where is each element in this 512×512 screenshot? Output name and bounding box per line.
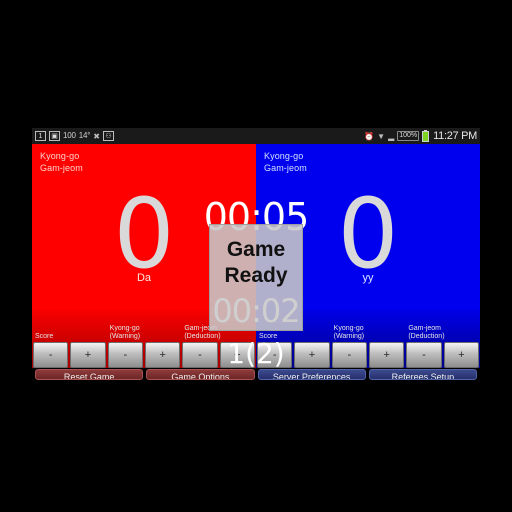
bottom-button-bar: Reset Game Game Options Server Preferenc… — [32, 368, 480, 384]
red-gamjeom-control-label-line2: (Deduction) — [184, 333, 221, 340]
red-score-control-label: Score — [33, 333, 106, 342]
blue-score-buttons: - + — [257, 342, 330, 368]
blue-kyonggo-label: Kyong-go — [264, 151, 304, 161]
screenshot-root: 1 ▣ 100 14° ✖ ⚇ ⏰ ▼ ▂ 100% 11:27 PM Kyon — [0, 0, 512, 512]
red-score-plus-button[interactable]: + — [70, 342, 106, 368]
status-bar-left-icons: 1 ▣ 100 14° ✖ ⚇ — [35, 131, 114, 141]
blue-kyonggo-control-label-line1: Kyong-go — [333, 325, 364, 332]
app-notification-icon: ⚇ — [102, 131, 114, 141]
gallery-image-icon: ▣ — [49, 131, 60, 141]
red-gamjeom-minus-button[interactable]: - — [182, 342, 218, 368]
blue-kyonggo-control-label: Kyong-go (Warning) — [332, 325, 405, 342]
blue-gamjeom-control-label-line1: Gam-jeom — [408, 325, 442, 332]
blue-gamjeom-control-label-line2: (Deduction) — [408, 333, 445, 340]
blue-gamjeom-label: Gam-jeom — [264, 163, 307, 173]
blue-gamjeom-control-label: Gam-jeom (Deduction) — [406, 325, 479, 342]
blue-gamjeom-control: Gam-jeom (Deduction) - + — [405, 325, 480, 368]
game-state-text: Game Ready — [224, 238, 288, 287]
scoreboard: Kyong-go Gam-jeom 0 Da Score - + Kyong-g… — [32, 144, 480, 368]
blue-gamjeom-buttons: - + — [406, 342, 480, 368]
red-penalty-labels: Kyong-go Gam-jeom — [40, 150, 83, 174]
blue-score-control: Score - + — [256, 333, 331, 368]
blue-kyonggo-control-label-line2: (Warning) — [333, 333, 365, 340]
blue-penalty-labels: Kyong-go Gam-jeom — [264, 150, 307, 174]
referees-setup-button[interactable]: Referees Setup — [368, 369, 477, 380]
red-kyonggo-control-label-line1: Kyong-go — [109, 325, 140, 332]
status-bar-clock: 11:27 PM — [433, 130, 477, 142]
red-gamjeom-plus-button[interactable]: + — [219, 342, 256, 368]
temperature-text: 14° — [78, 131, 91, 140]
red-score-buttons: - + — [33, 342, 106, 368]
red-kyonggo-minus-button[interactable]: - — [107, 342, 144, 368]
red-score-minus-button[interactable]: - — [33, 342, 69, 368]
blue-score-plus-button[interactable]: + — [294, 342, 330, 368]
notification-count-badge: 1 — [35, 131, 46, 141]
red-kyonggo-control: Kyong-go (Warning) - + — [107, 325, 182, 368]
game-options-button[interactable]: Game Options — [146, 369, 255, 380]
blue-kyonggo-plus-button[interactable]: + — [369, 342, 405, 368]
red-score-control-label-line1: Score — [35, 333, 54, 340]
android-status-bar: 1 ▣ 100 14° ✖ ⚇ ⏰ ▼ ▂ 100% 11:27 PM — [32, 128, 480, 144]
bottom-button-bar-wrapper: Reset Game Game Options Server Preferenc… — [32, 368, 480, 384]
wifi-icon: ▼ — [377, 131, 386, 141]
red-score-control: Score - + — [32, 333, 107, 368]
red-kyonggo-label: Kyong-go — [40, 151, 80, 161]
server-preferences-button[interactable]: Server Preferences — [257, 369, 366, 380]
blue-kyonggo-minus-button[interactable]: - — [331, 342, 368, 368]
red-kyonggo-plus-button[interactable]: + — [145, 342, 181, 368]
step-count-text: 100 — [63, 131, 76, 140]
blue-kyonggo-control: Kyong-go (Warning) - + — [331, 325, 406, 368]
reset-game-button[interactable]: Reset Game — [35, 369, 144, 380]
blue-score-minus-button[interactable]: - — [257, 342, 293, 368]
signal-bars-icon: ▂ — [388, 131, 395, 141]
blue-score-control-label-line1: Score — [259, 333, 278, 340]
status-bar-right-icons: ⏰ ▼ ▂ 100% 11:27 PM — [364, 129, 477, 142]
red-gamjeom-label: Gam-jeom — [40, 163, 83, 173]
alarm-clock-icon: ⏰ — [364, 131, 375, 141]
red-kyonggo-control-label-line2: (Warning) — [109, 333, 141, 340]
sync-disabled-icon: ✖ — [93, 131, 100, 141]
blue-gamjeom-plus-button[interactable]: + — [443, 342, 480, 368]
android-device-viewport: 1 ▣ 100 14° ✖ ⚇ ⏰ ▼ ▂ 100% 11:27 PM Kyon — [32, 128, 480, 384]
blue-gamjeom-minus-button[interactable]: - — [406, 342, 442, 368]
red-gamjeom-buttons: - + — [182, 342, 256, 368]
red-kyonggo-control-label: Kyong-go (Warning) — [108, 325, 181, 342]
battery-icon — [422, 129, 430, 142]
blue-score-control-label: Score — [257, 333, 330, 342]
red-gamjeom-control: Gam-jeom (Deduction) - + — [181, 325, 256, 368]
game-state-dialog[interactable]: Game Ready — [209, 224, 303, 331]
red-kyonggo-buttons: - + — [107, 342, 181, 368]
blue-kyonggo-buttons: - + — [331, 342, 405, 368]
battery-percent-text: 100% — [397, 131, 420, 141]
